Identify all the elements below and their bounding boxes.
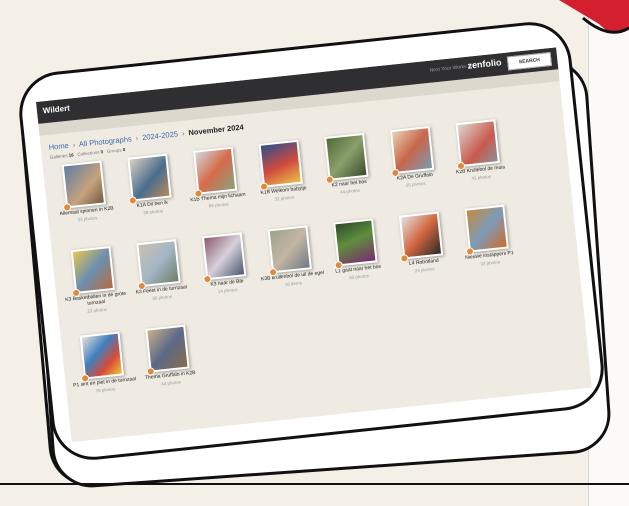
photo-thumbnail [81, 333, 122, 378]
gallery-thumbnail[interactable] [192, 146, 238, 198]
photo-thumbnail [260, 142, 301, 186]
gallery-tile[interactable]: K2B Krullebol de muis 41 photos [443, 118, 515, 183]
photo-thumbnail [335, 220, 376, 265]
gallery-thumbnail[interactable] [127, 153, 172, 205]
breadcrumb-home[interactable]: Home [48, 141, 69, 152]
breadcrumb-separator: › [72, 140, 76, 150]
gallery-tile[interactable]: K3 Feest in de turnzaal 30 photos [123, 238, 195, 303]
gallery-tile[interactable]: Allemaal spinnen in K2B 33 photos [49, 159, 121, 224]
gallery-thumbnail[interactable] [267, 225, 312, 277]
gallery-thumbnail[interactable] [333, 218, 378, 270]
photo-thumbnail [269, 227, 310, 272]
browser-screenshot: Wildert Next Your Works on zenfolio SEAR… [35, 47, 592, 443]
gallery-thumbnail[interactable] [389, 126, 435, 178]
photo-thumbnail [466, 206, 507, 251]
breadcrumb-year[interactable]: 2024-2025 [142, 129, 179, 142]
gallery-tile[interactable]: L4 Robotland 24 photos [386, 210, 458, 275]
gallery-tile[interactable]: K2A De Gruffalo 55 photos [377, 125, 449, 190]
gallery-thumbnail[interactable] [324, 132, 369, 185]
photo-thumbnail [195, 148, 236, 193]
gallery-tile[interactable]: K3B krullenbol de uil de egel 16 items [255, 224, 327, 289]
photo-thumbnail [129, 155, 170, 200]
gallery-thumbnail[interactable] [464, 204, 509, 256]
photo-thumbnail [147, 326, 188, 371]
gallery-tile[interactable]: K1B Thema mijn lichaam 85 photos [180, 145, 252, 210]
gallery-thumbnail[interactable] [79, 331, 125, 383]
gallery-tile[interactable]: P1 sint en piet in de turnzaal 76 photos [67, 330, 139, 395]
gallery-grid: Allemaal spinnen in K2B 33 photos K1A Di… [42, 106, 589, 419]
divider-line [0, 483, 629, 485]
gallery-tile[interactable]: K1A Dit ben ik 38 photos [114, 152, 186, 217]
zenfolio-logo[interactable]: zenfolio [467, 57, 502, 70]
gallery-thumbnail[interactable] [398, 211, 444, 263]
photo-thumbnail [63, 162, 104, 207]
gallery-tile[interactable]: K1B Welkom babytje 32 photos [246, 138, 318, 203]
gallery-thumbnail[interactable] [61, 160, 107, 212]
gallery-tile[interactable]: L1 gaat naar het bos 63 photos [320, 217, 392, 282]
search-button[interactable]: SEARCH [506, 51, 553, 71]
gallery-tile[interactable]: K3 Basketballen in de grote turnzaal 23 … [58, 245, 130, 316]
photo-thumbnail [326, 135, 367, 179]
breadcrumb-separator: › [181, 128, 185, 138]
gallery-thumbnail[interactable] [201, 232, 247, 284]
photo-thumbnail [138, 241, 179, 285]
gallery-thumbnail[interactable] [258, 139, 303, 192]
gallery-thumbnail[interactable] [145, 324, 190, 376]
photo-thumbnail [72, 248, 113, 292]
site-title[interactable]: Wildert [42, 104, 70, 116]
photo-thumbnail [401, 213, 442, 258]
gallery-thumbnail[interactable] [136, 239, 181, 291]
photo-thumbnail [457, 121, 498, 165]
gallery-tile[interactable]: K2 naar het bos 44 photos [311, 132, 383, 197]
gallery-tile[interactable]: K3 naar de Bib 14 photos [189, 231, 261, 296]
gallery-tile[interactable]: Thema Gruffalo in K2B 44 photos [132, 323, 204, 388]
gallery-tile[interactable]: Nieuwe instappers P1 33 photos [452, 203, 524, 268]
breadcrumb-separator: › [135, 133, 139, 143]
screenshot-card: Wildert Next Your Works on zenfolio SEAR… [15, 18, 608, 464]
gallery-thumbnail[interactable] [70, 246, 116, 298]
photo-thumbnail [204, 234, 245, 278]
photo-thumbnail [392, 128, 433, 172]
gallery-thumbnail[interactable] [455, 119, 500, 171]
